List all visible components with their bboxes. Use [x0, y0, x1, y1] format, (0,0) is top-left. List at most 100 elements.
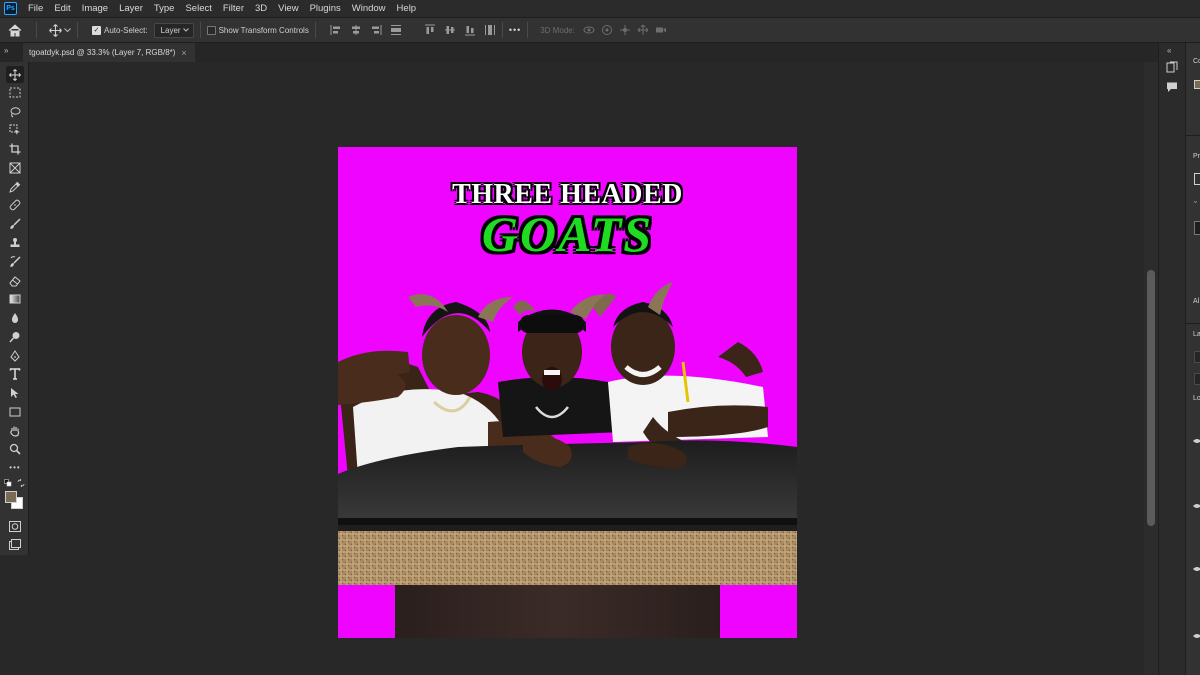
divider	[77, 22, 78, 38]
align-horizontal-centers-icon[interactable]	[350, 24, 362, 36]
path-selection-tool-button[interactable]	[6, 384, 24, 401]
home-button[interactable]	[0, 18, 30, 42]
panel-collapse-icon[interactable]: »	[4, 46, 8, 55]
clone-stamp-tool-button[interactable]	[6, 234, 24, 251]
collapse-panels-icon[interactable]: «	[1167, 46, 1171, 55]
rectangular-marquee-icon	[9, 87, 21, 98]
align-vertical-centers-icon[interactable]	[444, 24, 456, 36]
checkmark-icon: ✓	[92, 25, 101, 35]
frame-tool-button[interactable]	[6, 159, 24, 176]
eye-icon[interactable]	[1193, 566, 1200, 572]
menu-file[interactable]: File	[23, 3, 49, 14]
brush-tool-button[interactable]	[6, 215, 24, 232]
3d-slide-icon[interactable]	[637, 24, 649, 36]
menu-view[interactable]: View	[273, 3, 304, 14]
align-panel-label: Al	[1193, 298, 1200, 305]
marquee-tool-button[interactable]	[6, 84, 24, 101]
eye-icon[interactable]	[1193, 633, 1200, 639]
blur-tool-button[interactable]	[6, 309, 24, 326]
tools-panel: •••	[0, 62, 29, 555]
auto-select-checkbox[interactable]: ✓ Auto-Select:	[92, 25, 148, 35]
zoom-icon	[9, 443, 21, 455]
quick-mask-button[interactable]	[6, 518, 24, 535]
show-transform-controls-checkbox[interactable]: Show Transform Controls	[206, 25, 309, 35]
hand-tool-button[interactable]	[6, 422, 24, 439]
foreground-color-swatch[interactable]	[5, 491, 17, 503]
menu-window[interactable]: Window	[347, 3, 392, 14]
stamp-icon	[10, 237, 20, 247]
screen-mode-button[interactable]	[6, 536, 24, 553]
dodge-tool-button[interactable]	[6, 328, 24, 345]
move-tool-preset[interactable]	[49, 23, 71, 37]
color-panel-tab[interactable]: Co	[1193, 58, 1200, 65]
align-right-edges-icon[interactable]	[370, 24, 382, 36]
gradient-tool-button[interactable]	[6, 290, 24, 307]
document-tab[interactable]: tgoatdyk.psd @ 33.3% (Layer 7, RGB/8*) ×	[23, 43, 195, 62]
checkbox-box	[206, 25, 216, 35]
close-tab-icon[interactable]: ×	[181, 48, 186, 58]
layers-panel-tab[interactable]: La	[1193, 331, 1200, 338]
hand-icon	[10, 426, 20, 437]
menu-select[interactable]: Select	[180, 3, 217, 14]
rectangle-tool-button[interactable]	[6, 403, 24, 420]
auto-select-label: Auto-Select:	[104, 25, 148, 35]
artwork-title-line2: GOATS	[481, 206, 654, 262]
menu-layer[interactable]: Layer	[114, 3, 149, 14]
distribute-horizontal-icon[interactable]	[484, 24, 496, 36]
blend-mode-dropdown[interactable]	[1194, 373, 1200, 385]
color-panel-swatch[interactable]	[1194, 80, 1200, 89]
object-selection-tool-button[interactable]	[6, 121, 24, 138]
auto-select-dropdown[interactable]: Layer	[153, 22, 194, 38]
eyedropper-tool-button[interactable]	[6, 178, 24, 195]
document-canvas[interactable]: THREE HEADED GOATS	[338, 147, 797, 638]
menu-edit[interactable]: Edit	[49, 3, 76, 14]
crop-tool-button[interactable]	[6, 140, 24, 157]
panel-divider	[1186, 323, 1200, 324]
crop-icon	[9, 143, 21, 154]
more-options-button[interactable]: •••	[509, 25, 521, 35]
3d-roll-icon[interactable]	[601, 24, 613, 36]
history-brush-tool-button[interactable]	[6, 253, 24, 270]
menu-type[interactable]: Type	[149, 3, 181, 14]
comments-panel-icon[interactable]	[1166, 81, 1178, 93]
eye-icon[interactable]	[1193, 503, 1200, 509]
3d-camera-icon[interactable]	[655, 24, 667, 36]
brush-icon	[10, 217, 21, 229]
healing-brush-tool-button[interactable]	[6, 196, 24, 213]
eraser-tool-button[interactable]	[6, 272, 24, 289]
properties-panel-tab[interactable]: Pr	[1193, 153, 1200, 160]
chevron-down-icon[interactable]: ⌄	[1192, 196, 1199, 205]
lasso-tool-button[interactable]	[6, 103, 24, 120]
chevron-down-icon	[182, 28, 189, 32]
vertical-scrollbar[interactable]	[1144, 62, 1158, 675]
right-panel-dock: « Co Pr ⌄ Al La Lo	[1158, 43, 1200, 675]
type-tool-button[interactable]	[6, 365, 24, 382]
show-transform-label: Show Transform Controls	[218, 25, 309, 35]
document-tab-label: tgoatdyk.psd @ 33.3% (Layer 7, RGB/8*)	[29, 48, 176, 57]
pen-icon	[10, 349, 20, 362]
color-swap-controls[interactable]	[3, 474, 25, 491]
align-top-edges-icon[interactable]	[424, 24, 436, 36]
menu-plugins[interactable]: Plugins	[305, 3, 347, 14]
eye-icon[interactable]	[1193, 438, 1200, 444]
layer-search-field[interactable]	[1194, 351, 1200, 363]
distribute-vertical-icon[interactable]	[390, 24, 402, 36]
menu-image[interactable]: Image	[77, 3, 114, 14]
3d-pan-icon[interactable]	[619, 24, 631, 36]
divider	[199, 22, 201, 38]
history-panel-icon[interactable]	[1166, 61, 1178, 73]
align-left-edges-icon[interactable]	[330, 24, 342, 36]
properties-field[interactable]	[1194, 221, 1200, 235]
align-bottom-edges-icon[interactable]	[464, 24, 476, 36]
zoom-tool-button[interactable]	[6, 440, 24, 457]
move-tool-button[interactable]	[6, 66, 24, 83]
move-icon	[9, 68, 21, 81]
scrollbar-thumb[interactable]	[1147, 270, 1155, 526]
menu-3d[interactable]: 3D	[250, 3, 273, 14]
pen-tool-button[interactable]	[6, 347, 24, 364]
menu-help[interactable]: Help	[392, 3, 423, 14]
menu-filter[interactable]: Filter	[218, 3, 250, 14]
divider	[501, 22, 503, 38]
options-bar: ✓ Auto-Select: Layer Show Transform Cont…	[0, 17, 1200, 43]
3d-orbit-icon[interactable]	[583, 24, 595, 36]
